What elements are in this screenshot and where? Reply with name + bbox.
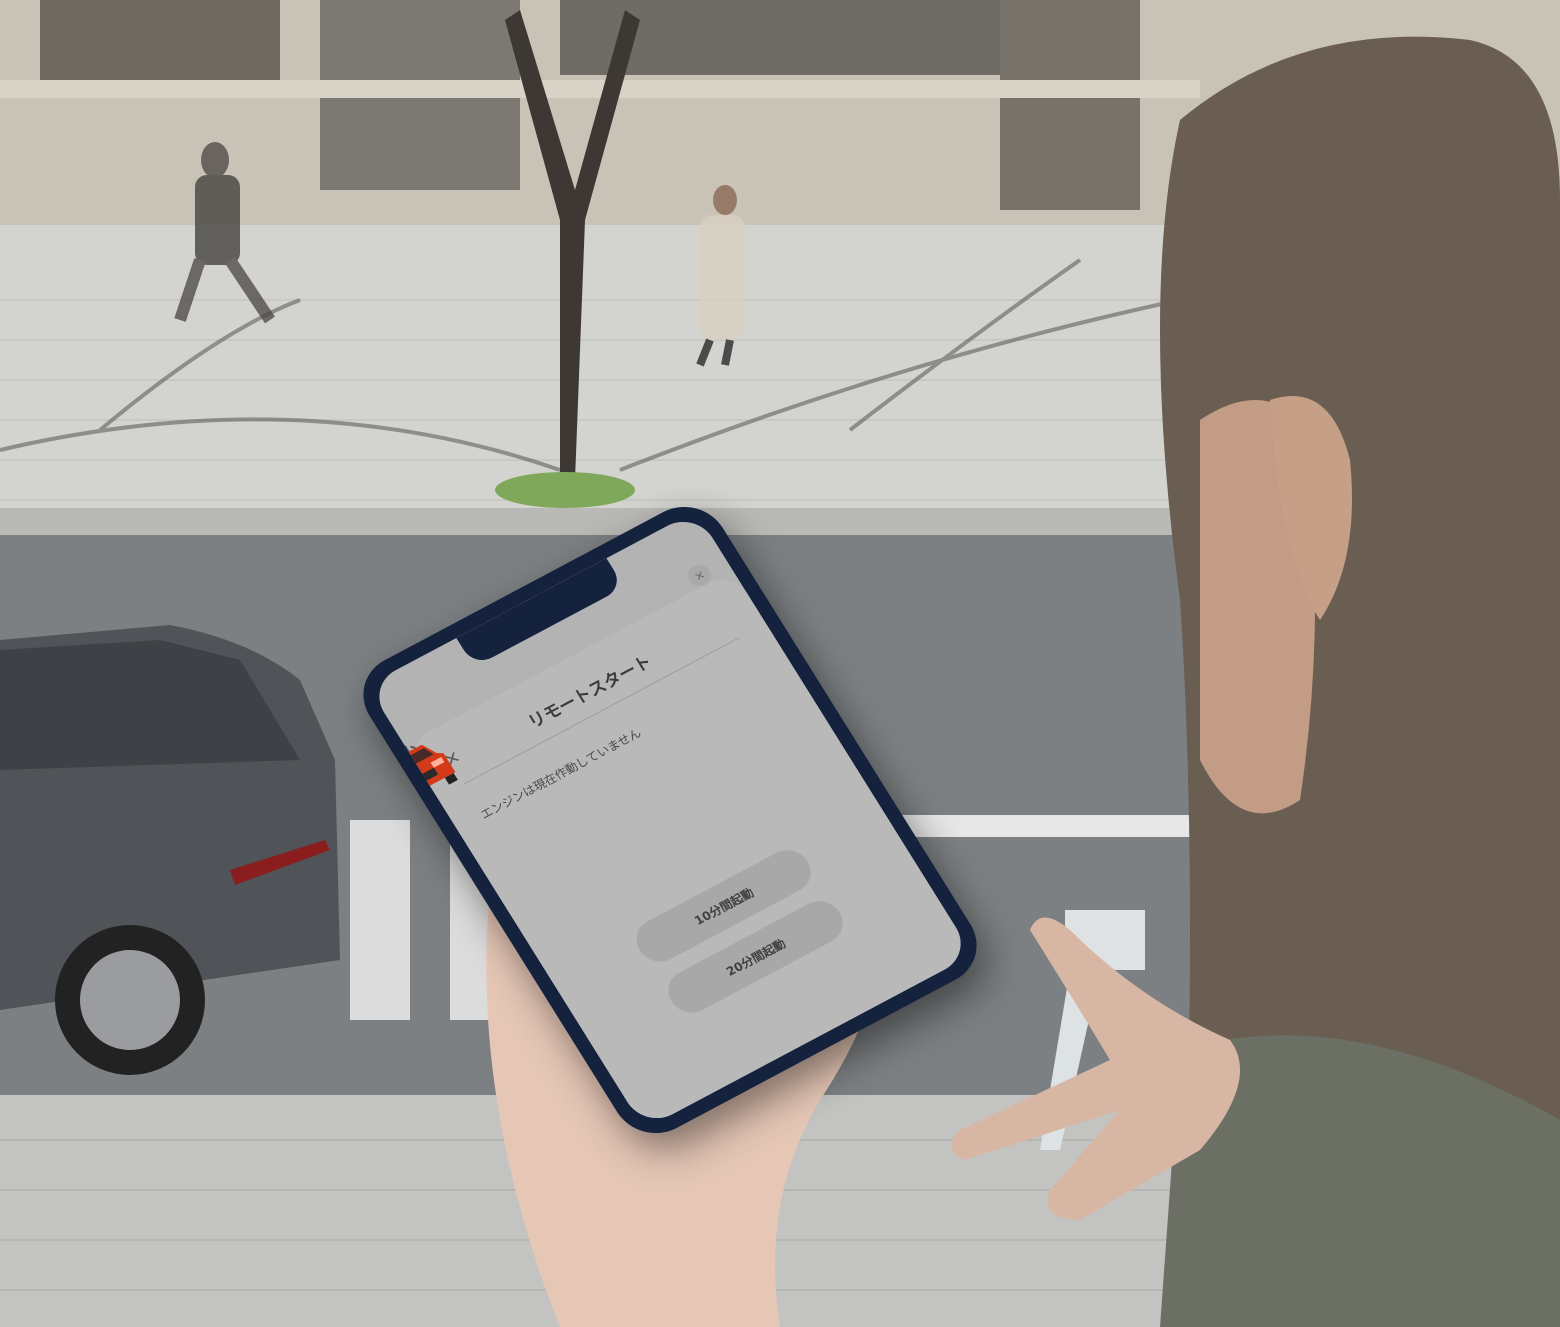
shop-window: [1000, 0, 1140, 210]
shop-window: [40, 0, 280, 80]
photo-scene: × × リモートスタート エンジンは現在作動していません 10分間起動 20分間…: [0, 0, 1560, 1327]
tree-grass: [495, 472, 635, 508]
crosswalk-stripe: [350, 820, 410, 1020]
divider: [463, 637, 740, 785]
window-ledge: [0, 80, 1200, 98]
